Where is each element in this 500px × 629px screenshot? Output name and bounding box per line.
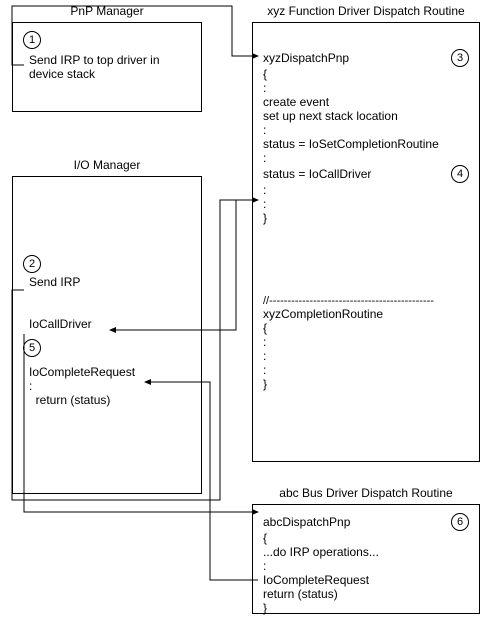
func-c2: { [263,321,469,335]
func-l9: status = IoCallDriver [263,167,371,181]
bus-l3: ...do IRP operations... [263,545,469,559]
io-box: 2 Send IRP IoCallDriver 5 IoCompleteRequ… [12,176,202,494]
io-return: return (status) [29,393,191,407]
func-box: xyzDispatchPnp 3 { : create event set up… [252,22,480,462]
bus-l2: { [263,531,469,545]
step-1-marker: 1 [23,31,41,49]
func-l7: status = IoSetCompletionRoutine [263,137,469,151]
func-dispatch: xyzDispatchPnp [263,51,349,65]
step-5-marker: 5 [23,339,41,357]
func-l4: create event [263,95,469,109]
step-3-marker: 3 [451,49,469,67]
io-iocompleterequest: IoCompleteRequest [29,365,191,379]
bus-l4: : [263,559,469,573]
step-6-marker: 6 [451,513,469,531]
io-dots: : [29,379,191,393]
bus-l6: return (status) [263,587,469,601]
bus-title: abc Bus Driver Dispatch Routine [252,486,480,500]
func-l8: : [263,151,469,165]
func-l12: } [263,211,469,225]
func-completion: xyzCompletionRoutine [263,307,469,321]
func-l10: : [263,183,469,197]
step-2-marker: 2 [23,255,41,273]
bus-l7: } [263,601,469,615]
func-l6: : [263,123,469,137]
io-sendirp: Send IRP [29,275,191,289]
step-4-marker: 4 [451,165,469,183]
func-title: xyz Function Driver Dispatch Routine [252,4,480,18]
bus-box: abcDispatchPnp 6 { ...do IRP operations.… [252,504,480,614]
func-c5: : [263,363,469,377]
pnp-title: PnP Manager [12,4,202,18]
func-c3: : [263,335,469,349]
pnp-text: Send IRP to top driver in device stack [29,53,191,81]
func-c6: } [263,377,469,391]
func-l2: { [263,67,469,81]
func-c4: : [263,349,469,363]
pnp-box: 1 Send IRP to top driver in device stack [12,22,202,112]
bus-l5: IoCompleteRequest [263,573,469,587]
func-l3: : [263,81,469,95]
io-title: I/O Manager [12,158,202,172]
io-iocalldriver: IoCallDriver [29,317,191,331]
bus-dispatch: abcDispatchPnp [263,515,350,529]
func-l11: : [263,197,469,211]
func-separator: //--------------------------------------… [263,295,469,307]
func-l5: set up next stack location [263,109,469,123]
